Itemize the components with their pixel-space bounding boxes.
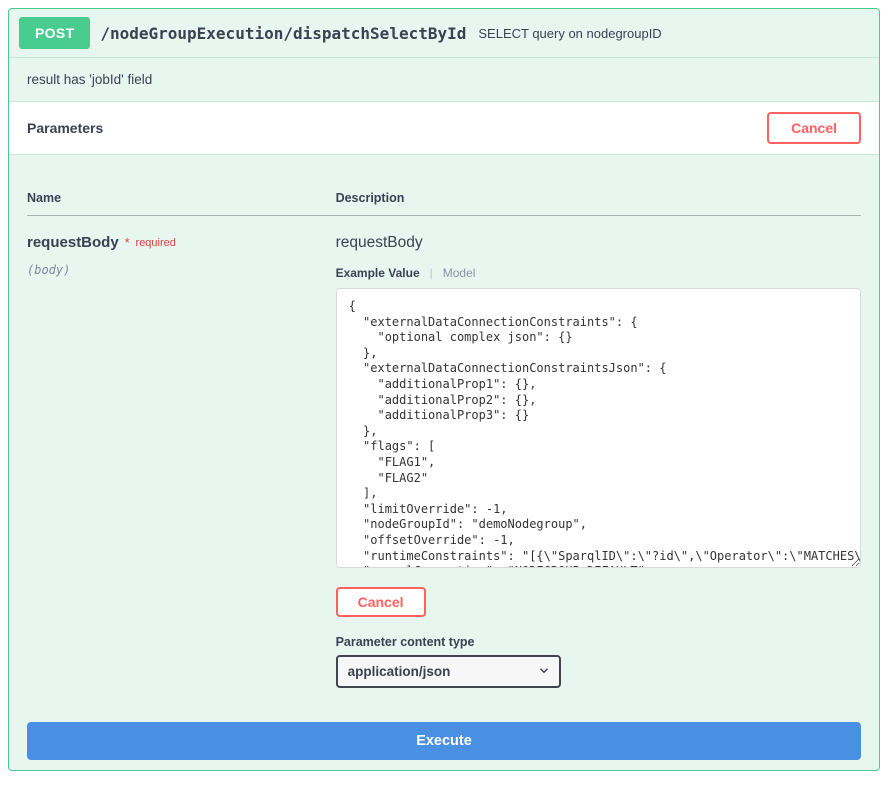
execute-section: Execute	[9, 708, 879, 770]
tab-example-value[interactable]: Example Value	[336, 266, 420, 280]
operation-path: /nodeGroupExecution/dispatchSelectById	[100, 24, 466, 43]
operation-description: result has 'jobId' field	[9, 57, 879, 101]
request-body-input[interactable]	[336, 288, 861, 568]
required-star-icon: *	[125, 235, 130, 250]
operation-summary: SELECT query on nodegroupID	[478, 26, 661, 41]
column-header-name: Name	[27, 171, 336, 216]
cancel-body-button[interactable]: Cancel	[336, 587, 426, 617]
param-description-title: requestBody	[336, 234, 861, 252]
content-type-label: Parameter content type	[336, 635, 861, 649]
execute-button[interactable]: Execute	[27, 722, 861, 760]
tab-model[interactable]: Model	[443, 266, 476, 280]
parameters-bar: Parameters Cancel	[9, 101, 879, 155]
parameters-title: Parameters	[27, 120, 103, 136]
required-label: required	[136, 237, 176, 249]
content-type-block: Parameter content type application/json	[336, 635, 861, 688]
parameters-table: Name Description requestBody * required …	[27, 171, 861, 708]
parameters-body: Name Description requestBody * required …	[9, 155, 879, 708]
cancel-button[interactable]: Cancel	[767, 112, 861, 144]
operation-block: POST /nodeGroupExecution/dispatchSelectB…	[8, 8, 880, 771]
operation-header[interactable]: POST /nodeGroupExecution/dispatchSelectB…	[9, 9, 879, 57]
param-name: requestBody	[27, 234, 119, 251]
content-type-select[interactable]: application/json	[336, 655, 561, 688]
column-header-description: Description	[336, 171, 861, 216]
param-location: (body)	[27, 263, 336, 277]
method-badge: POST	[19, 17, 90, 49]
table-row: requestBody * required (body) requestBod…	[27, 216, 861, 709]
tab-divider: |	[430, 266, 433, 280]
example-model-tabs: Example Value | Model	[336, 266, 861, 280]
